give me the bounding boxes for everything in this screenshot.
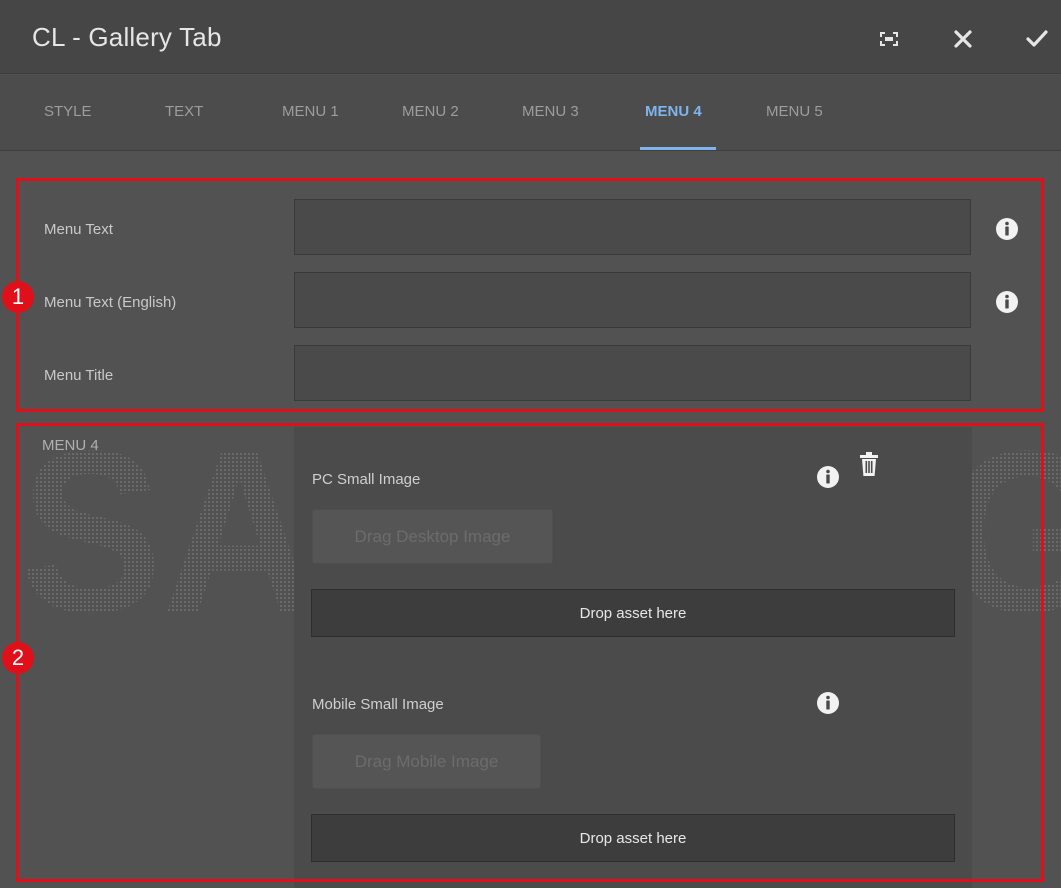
checkmark-icon bbox=[1026, 30, 1048, 47]
section-label: MENU 4 bbox=[42, 437, 99, 454]
menu-text-english-input[interactable] bbox=[294, 272, 971, 328]
fullscreen-button[interactable] bbox=[872, 22, 906, 56]
close-button[interactable] bbox=[946, 22, 980, 56]
pc-small-image-label: PC Small Image bbox=[312, 471, 421, 488]
menu-text-input[interactable] bbox=[294, 199, 971, 255]
tab-menu-2[interactable]: MENU 2 bbox=[402, 103, 459, 120]
tab-bar: STYLE TEXT MENU 1 MENU 2 MENU 3 MENU 4 M… bbox=[0, 75, 1061, 151]
menu-title-input[interactable] bbox=[294, 345, 971, 401]
menu-text-english-info-icon[interactable] bbox=[995, 290, 1019, 314]
menu-title-label: Menu Title bbox=[44, 367, 114, 384]
active-tab-indicator bbox=[640, 147, 716, 150]
dialog-header: CL - Gallery Tab bbox=[0, 0, 1061, 74]
dialog-title: CL - Gallery Tab bbox=[32, 22, 222, 52]
close-icon bbox=[954, 30, 972, 48]
drag-mobile-image-button[interactable]: Drag Mobile Image bbox=[312, 734, 541, 789]
menu-text-label: Menu Text bbox=[44, 221, 113, 238]
dialog: CL - Gallery Tab STYLE TEXT MENU 1 MENU … bbox=[0, 0, 1061, 888]
dialog-content: SAMSUNG Menu Text Menu Text (English) Me… bbox=[0, 151, 1061, 888]
annotation-badge-2: 2 bbox=[2, 642, 34, 674]
drag-desktop-image-button[interactable]: Drag Desktop Image bbox=[312, 509, 553, 564]
fullscreen-icon bbox=[880, 32, 898, 46]
menu-text-english-label: Menu Text (English) bbox=[44, 294, 177, 311]
tab-text[interactable]: TEXT bbox=[165, 103, 203, 120]
pc-small-image-info-icon[interactable] bbox=[816, 465, 840, 489]
tab-menu-3[interactable]: MENU 3 bbox=[522, 103, 579, 120]
mobile-image-drop-zone[interactable]: Drop asset here bbox=[311, 814, 955, 862]
tab-style[interactable]: STYLE bbox=[44, 103, 92, 120]
menu-text-info-icon[interactable] bbox=[995, 217, 1019, 241]
trash-icon[interactable] bbox=[858, 451, 880, 477]
tab-menu-5[interactable]: MENU 5 bbox=[766, 103, 823, 120]
pc-image-drop-zone[interactable]: Drop asset here bbox=[311, 589, 955, 637]
tab-menu-4[interactable]: MENU 4 bbox=[645, 103, 702, 120]
mobile-small-image-info-icon[interactable] bbox=[816, 691, 840, 715]
tab-menu-1[interactable]: MENU 1 bbox=[282, 103, 339, 120]
mobile-small-image-label: Mobile Small Image bbox=[312, 696, 444, 713]
annotation-badge-1: 1 bbox=[2, 281, 34, 313]
confirm-button[interactable] bbox=[1020, 22, 1054, 56]
